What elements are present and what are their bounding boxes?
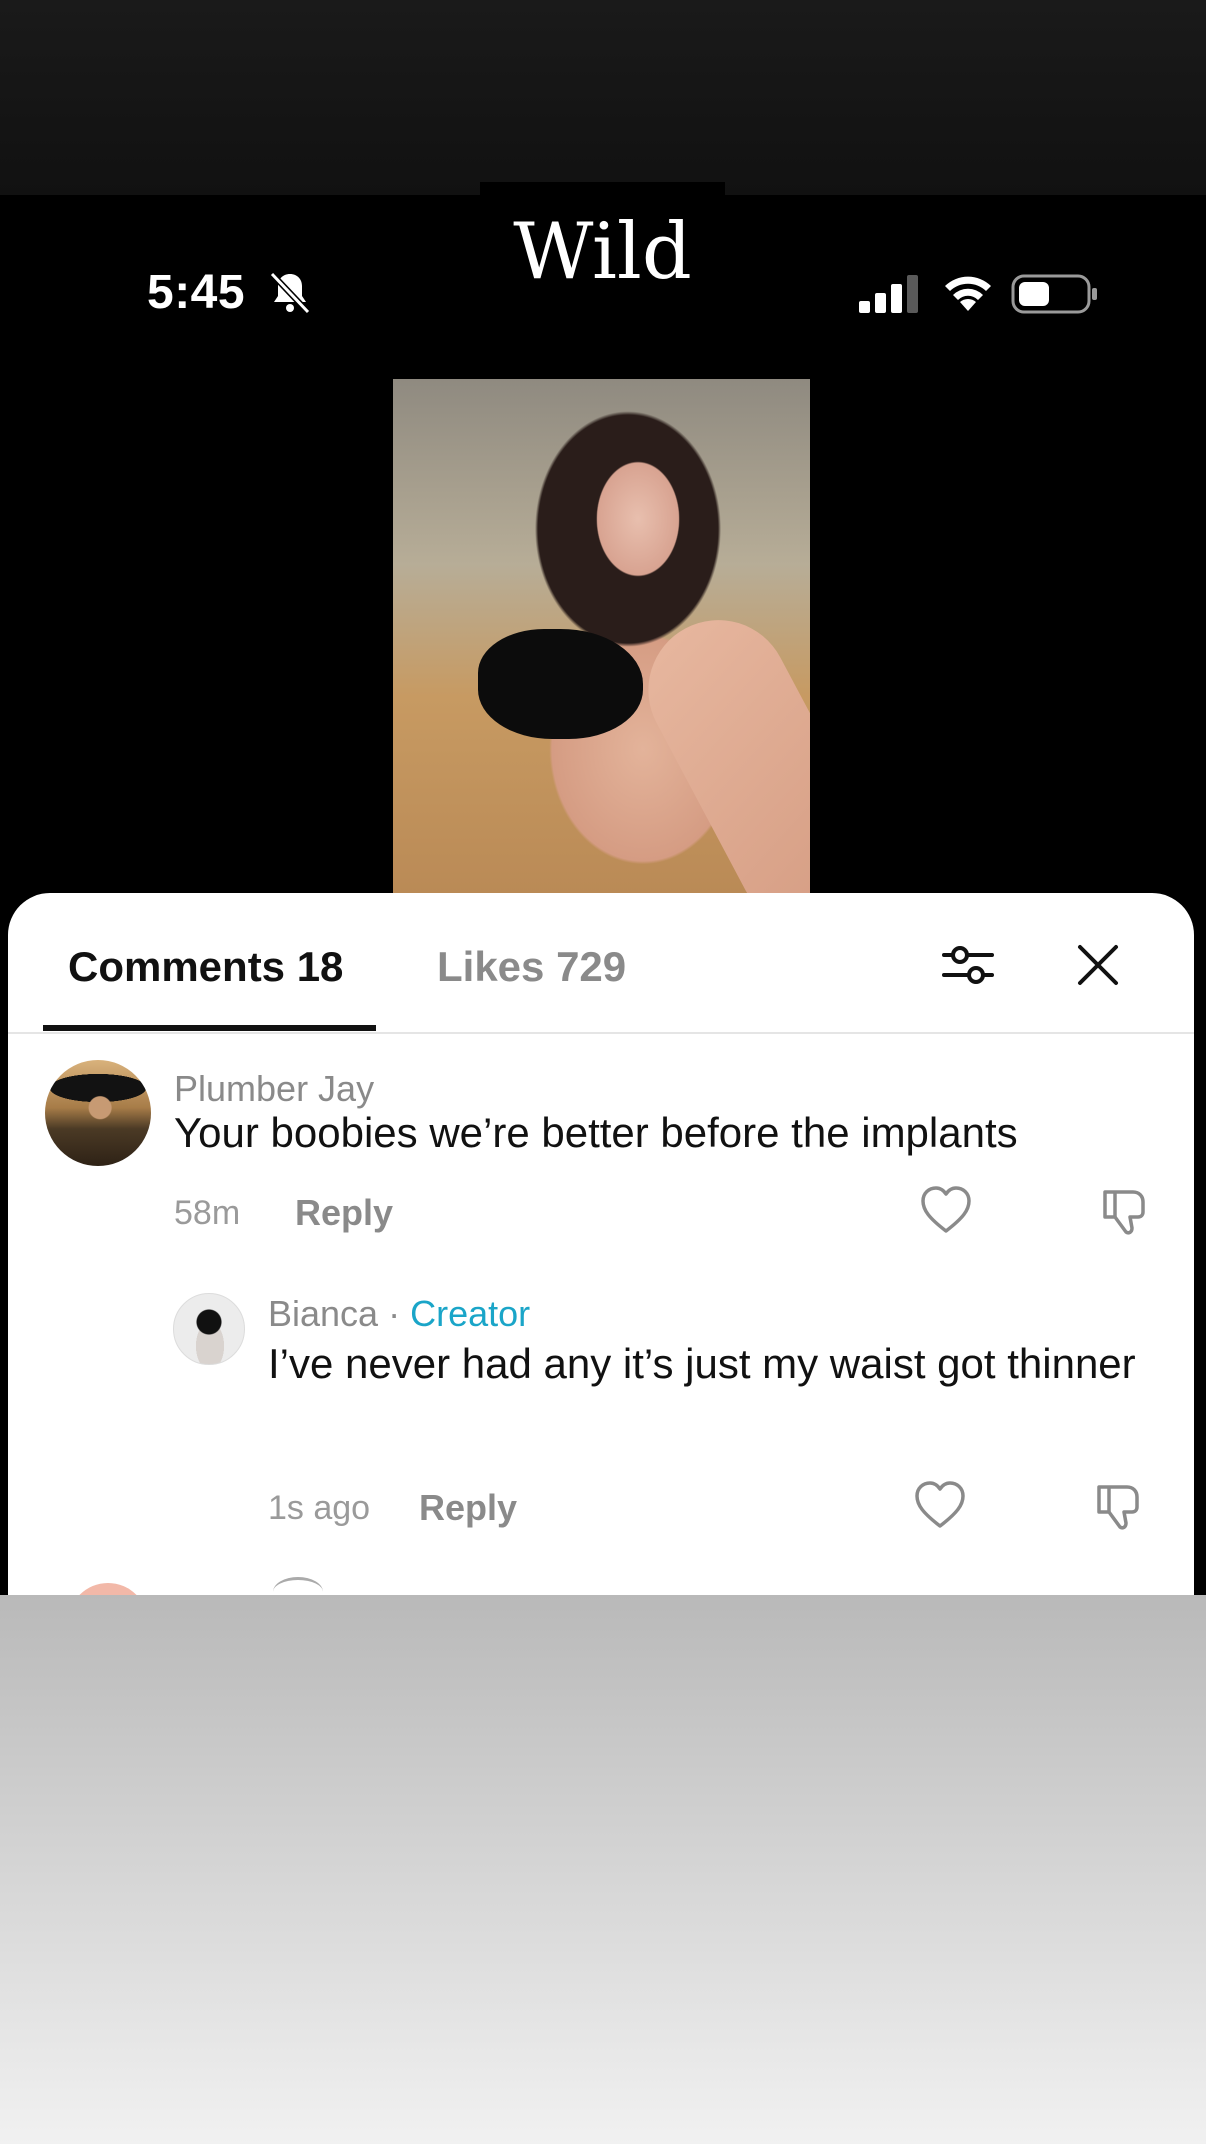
signal-icon xyxy=(859,275,918,313)
comment-text: Your boobies we’re better before the imp… xyxy=(174,1109,1018,1156)
creator-badge: Creator xyxy=(410,1293,531,1334)
close-icon[interactable] xyxy=(1068,935,1128,995)
comment-time: 58m xyxy=(174,1194,241,1232)
username-separator: · xyxy=(378,1293,411,1334)
heart-icon[interactable] xyxy=(919,1184,973,1238)
avatar[interactable] xyxy=(173,1293,245,1365)
video-subject-arm xyxy=(623,595,810,909)
reply-time: 1s ago xyxy=(268,1489,371,1527)
tab-bar: Comments 18 Likes 729 xyxy=(8,893,1194,1034)
reply-button[interactable]: Reply xyxy=(295,1192,393,1234)
tab-likes[interactable]: Likes 729 xyxy=(437,937,626,997)
battery-icon xyxy=(1011,274,1097,314)
comments-sheet: Comments 18 Likes 729 Plumber Jay Your b… xyxy=(8,893,1194,1595)
comment-item: Plumber Jay Your boobies we’re better be… xyxy=(8,1060,1194,1280)
filter-icon[interactable] xyxy=(938,935,998,995)
bell-slash-icon xyxy=(269,271,311,315)
reply-username-line: Bianca · Creator xyxy=(268,1293,530,1335)
avatar[interactable] xyxy=(68,1583,148,1595)
video-thumbnail[interactable] xyxy=(393,379,810,909)
heart-icon[interactable] xyxy=(913,1479,967,1533)
reply-username[interactable]: Bianca xyxy=(268,1293,378,1334)
active-tab-indicator xyxy=(43,1025,376,1031)
wifi-icon xyxy=(945,276,991,311)
reply-text: I’ve never had any it’s just my waist go… xyxy=(268,1340,1136,1387)
dislike-icon[interactable] xyxy=(1091,1479,1145,1533)
video-subject xyxy=(478,629,643,739)
avatar[interactable] xyxy=(45,1060,151,1166)
tab-comments[interactable]: Comments 18 xyxy=(68,937,343,997)
reply-button[interactable]: Reply xyxy=(419,1487,517,1529)
dislike-icon[interactable] xyxy=(1097,1184,1151,1238)
reply-item: Bianca · Creator I’ve never had any it’s… xyxy=(8,1293,1194,1583)
story-title: Wild xyxy=(480,182,725,322)
status-time: 5:45 xyxy=(147,266,246,319)
